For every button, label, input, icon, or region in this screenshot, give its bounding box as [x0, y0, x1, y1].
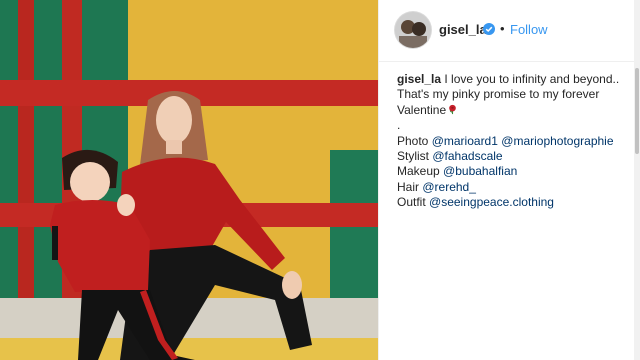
mention-link[interactable]: @marioard1: [432, 134, 498, 148]
avatar-image: [395, 12, 431, 48]
credit-role: Makeup: [397, 164, 440, 179]
rose-emoji-icon: [449, 104, 456, 114]
post-header: gisel_la • Follow: [379, 0, 635, 62]
mention-link[interactable]: @bubahalfian: [443, 164, 517, 178]
caption-text-line-3: Valentine: [397, 102, 447, 117]
avatar[interactable]: [395, 12, 431, 48]
follow-button[interactable]: Follow: [510, 22, 548, 37]
credit-role: Stylist: [397, 149, 430, 164]
mention-link[interactable]: @seeingpeace.clothing: [429, 195, 554, 209]
credit-role: Photo: [397, 133, 429, 148]
mention-link[interactable]: @rerehd_: [422, 180, 476, 194]
caption-text-line-2: That's my pinky promise to my forever: [397, 87, 600, 102]
credit-stylist: Stylist @fahadscale: [397, 149, 622, 164]
post-caption: gisel_la I love you to infinity and beyo…: [397, 72, 622, 211]
header-username[interactable]: gisel_la: [439, 22, 487, 37]
credit-role: Outfit: [397, 195, 426, 210]
post-photo[interactable]: [0, 0, 378, 360]
credit-makeup: Makeup @bubahalfian: [397, 164, 622, 179]
separator-dot: •: [500, 21, 505, 36]
caption-text-line-4: .: [397, 118, 401, 133]
post-side-panel: gisel_la • Follow gisel_la I love you to…: [378, 0, 635, 360]
caption-text-line-1: I love you to infinity and beyond..: [444, 72, 620, 86]
photo-illustration: [0, 0, 378, 360]
mention-link[interactable]: @mariophotographie: [501, 134, 613, 148]
mention-link[interactable]: @fahadscale: [432, 149, 502, 163]
scrollbar[interactable]: [634, 0, 640, 360]
verified-badge-icon: [483, 23, 495, 35]
credit-hair: Hair @rerehd_: [397, 180, 622, 195]
scrollbar-thumb[interactable]: [635, 68, 639, 154]
credit-role: Hair: [397, 179, 420, 194]
credit-outfit: Outfit @seeingpeace.clothing: [397, 195, 622, 210]
credit-photo: Photo @marioard1 @mariophotographie: [397, 134, 622, 149]
caption-username[interactable]: gisel_la: [397, 72, 441, 86]
